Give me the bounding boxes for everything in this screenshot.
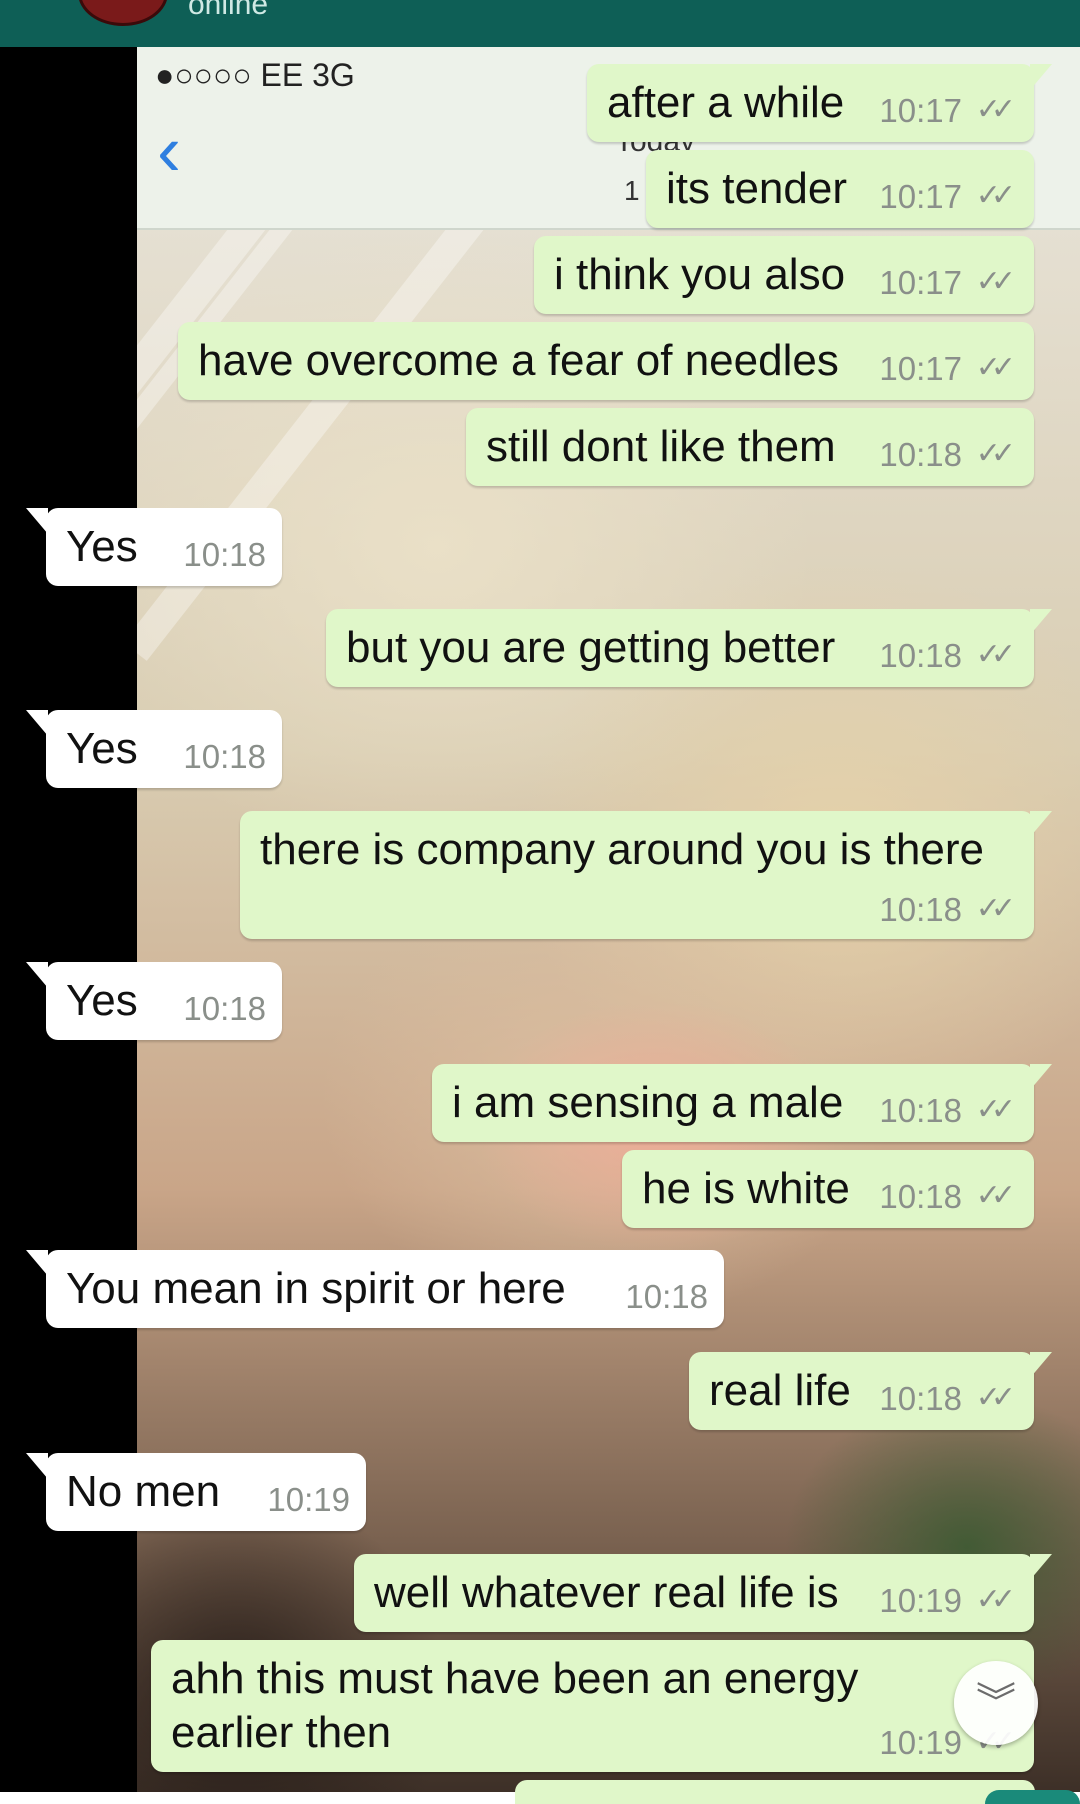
message-bubble-outgoing[interactable]: still dont like them 10:18 ✓✓ xyxy=(466,408,1034,486)
message-time: 10:18 xyxy=(879,1380,962,1417)
bubble-tail xyxy=(1030,609,1052,635)
message-text: No men xyxy=(66,1467,221,1516)
message-text: i am sensing a male xyxy=(452,1078,844,1127)
message-bubble-incoming[interactable]: You mean in spirit or here 10:18 xyxy=(26,1250,724,1328)
message-bubble-partial xyxy=(515,1780,1035,1804)
read-ticks-icon: ✓✓ xyxy=(975,1381,1016,1414)
message-bubble-outgoing[interactable]: well whatever real life is 10:19 ✓✓ xyxy=(354,1554,1052,1632)
message-bubble-incoming[interactable]: No men 10:19 xyxy=(26,1453,366,1531)
read-ticks-icon: ✓✓ xyxy=(975,892,1016,925)
bubble-tail xyxy=(26,1250,48,1276)
message-text: there is company around you is there xyxy=(260,825,984,874)
message-text: Yes xyxy=(66,976,138,1025)
read-ticks-icon: ✓✓ xyxy=(975,437,1016,470)
message-bubble-outgoing[interactable]: have overcome a fear of needles 10:17 ✓✓ xyxy=(178,322,1034,400)
bubble-tail xyxy=(1030,64,1052,90)
contact-status: online xyxy=(188,0,269,21)
bubble-tail xyxy=(26,1453,48,1479)
message-time: 10:18 xyxy=(879,891,962,928)
bubble-tail xyxy=(1030,1352,1052,1378)
message-time: 10:18 xyxy=(879,637,962,674)
message-text: i think you also xyxy=(554,250,846,299)
message-bubble-outgoing[interactable]: there is company around you is there 10:… xyxy=(240,811,1052,939)
message-time: 10:19 xyxy=(879,1582,962,1619)
message-time: 10:17 xyxy=(879,178,962,215)
message-bubble-outgoing[interactable]: after a while 10:17 ✓✓ xyxy=(587,64,1052,142)
contact-avatar[interactable] xyxy=(78,0,168,26)
bubble-tail xyxy=(26,962,48,988)
message-time: 10:18 xyxy=(879,436,962,473)
message-time: 10:18 xyxy=(625,1278,708,1315)
message-bubble-outgoing[interactable]: he is white 10:18 ✓✓ xyxy=(622,1150,1034,1228)
message-text: have overcome a fear of needles xyxy=(198,336,839,385)
message-text-line2: earlier then xyxy=(171,1708,392,1757)
message-bubble-outgoing[interactable]: real life 10:18 ✓✓ xyxy=(689,1352,1052,1430)
message-time: 10:18 xyxy=(183,536,266,573)
message-time: 10:18 xyxy=(879,1178,962,1215)
message-time: 10:18 xyxy=(879,1092,962,1129)
message-bubble-incoming[interactable]: Yes 10:18 xyxy=(26,508,282,586)
message-text: he is white xyxy=(642,1164,850,1213)
read-ticks-icon: ✓✓ xyxy=(975,1179,1016,1212)
bubble-tail xyxy=(26,710,48,736)
message-text: Yes xyxy=(66,522,138,571)
read-ticks-icon: ✓✓ xyxy=(975,1093,1016,1126)
message-bubble-outgoing[interactable]: i think you also 10:17 ✓✓ xyxy=(534,236,1034,314)
message-text: its tender xyxy=(666,164,847,213)
chevron-left-icon: ‹ xyxy=(157,111,181,191)
bubble-tail xyxy=(1030,1064,1052,1090)
bubble-tail xyxy=(1030,811,1052,837)
read-ticks-icon: ✓✓ xyxy=(975,93,1016,126)
message-text: ahh this must have been an energy xyxy=(171,1654,859,1703)
message-text: after a while xyxy=(607,78,845,127)
message-text: but you are getting better xyxy=(346,623,836,672)
send-button[interactable] xyxy=(985,1790,1080,1804)
message-time: 10:18 xyxy=(183,738,266,775)
message-time: 10:18 xyxy=(183,990,266,1027)
message-bubble-outgoing[interactable]: ahh this must have been an energy earlie… xyxy=(151,1640,1034,1772)
message-time: 10:17 xyxy=(879,350,962,387)
carrier-status: ●○○○○ EE 3G xyxy=(155,57,355,93)
bubble-tail xyxy=(26,508,48,534)
chat-header: online xyxy=(0,0,1080,47)
read-ticks-icon: ✓✓ xyxy=(975,1583,1016,1616)
message-text: still dont like them xyxy=(486,422,836,471)
read-ticks-icon: ✓✓ xyxy=(975,265,1016,298)
message-bubble-outgoing[interactable]: i am sensing a male 10:18 ✓✓ xyxy=(432,1064,1052,1142)
message-bubble-incoming[interactable]: Yes 10:18 xyxy=(26,710,282,788)
message-text: Yes xyxy=(66,724,138,773)
bubble-tail xyxy=(1030,1554,1052,1580)
read-ticks-icon: ✓✓ xyxy=(975,638,1016,671)
message-text: well whatever real life is xyxy=(374,1568,839,1617)
message-bubble-outgoing[interactable]: but you are getting better 10:18 ✓✓ xyxy=(326,609,1052,687)
message-time: 10:17 xyxy=(879,264,962,301)
message-bubble-incoming[interactable]: Yes 10:18 xyxy=(26,962,282,1040)
message-text: real life xyxy=(709,1366,851,1415)
left-margin xyxy=(0,47,137,1804)
message-time: 10:19 xyxy=(267,1481,350,1518)
message-bubble-outgoing[interactable]: its tender 10:17 ✓✓ xyxy=(646,150,1034,228)
message-time: 10:17 xyxy=(879,92,962,129)
partial-time-label: 1 xyxy=(624,175,640,206)
double-chevron-down-icon[interactable]: ︾ xyxy=(954,1661,1038,1745)
read-ticks-icon: ✓✓ xyxy=(975,179,1016,212)
message-time: 10:19 xyxy=(879,1724,962,1761)
read-ticks-icon: ✓✓ xyxy=(975,351,1016,384)
message-text: You mean in spirit or here xyxy=(66,1264,566,1313)
